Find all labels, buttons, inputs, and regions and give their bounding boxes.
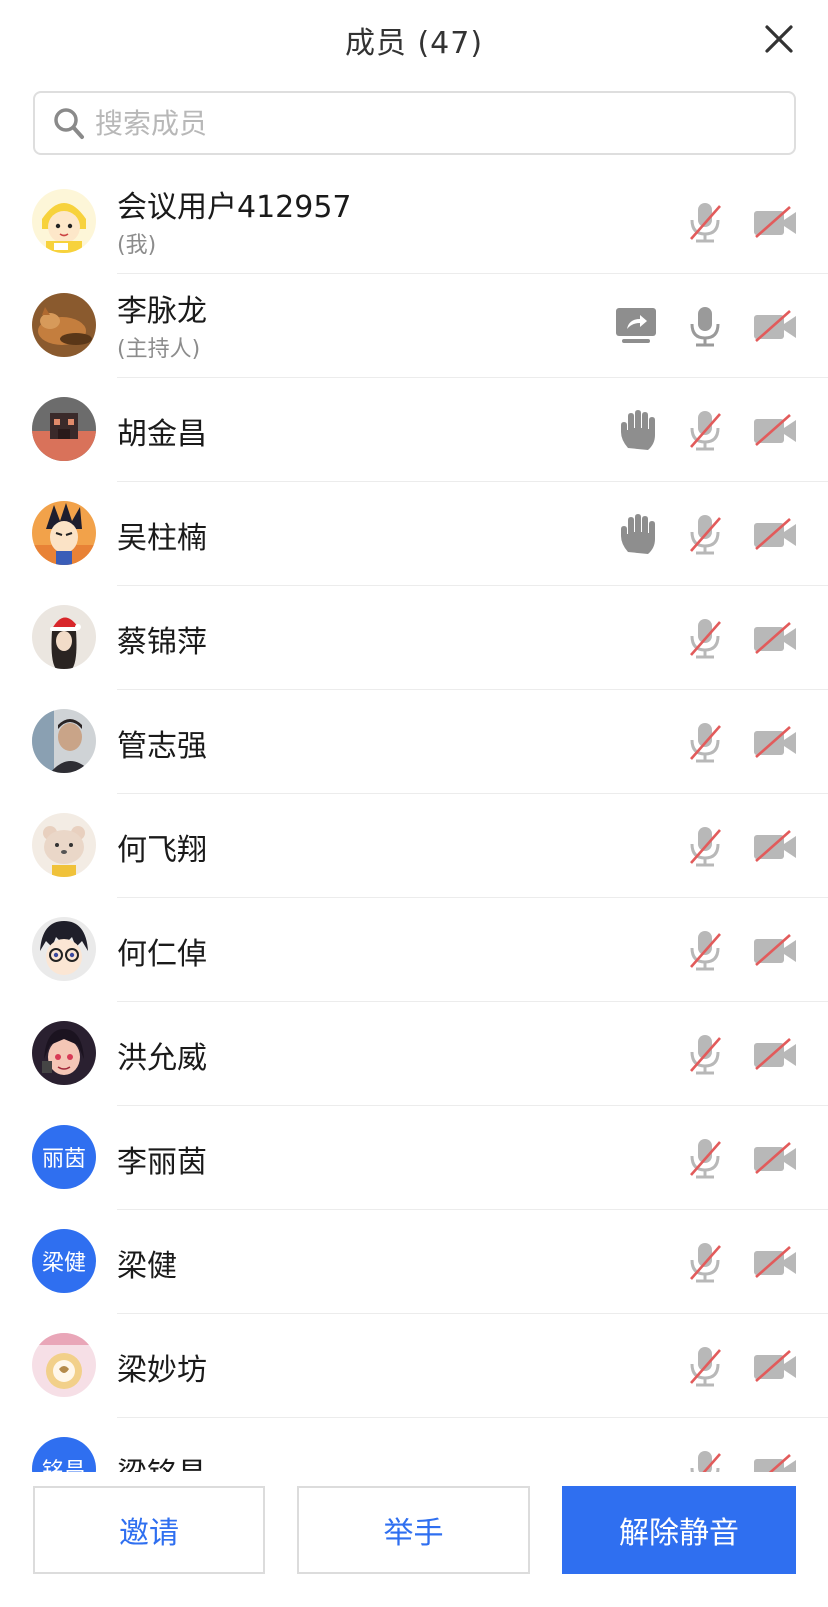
member-name: 何仁倬: [117, 937, 207, 972]
header: 成员 (47): [0, 0, 828, 80]
avatar: [32, 397, 96, 461]
avatar: [32, 501, 96, 565]
member-row[interactable]: 梁妙坊: [0, 1314, 828, 1418]
mic-muted-icon[interactable]: [683, 512, 727, 556]
avatar: [32, 1021, 96, 1085]
camera-off-icon[interactable]: [752, 1136, 798, 1180]
mic-muted-icon[interactable]: [683, 1240, 727, 1284]
avatar: [32, 813, 96, 877]
member-name: 洪允威: [117, 1041, 207, 1076]
member-row[interactable]: 胡金昌: [0, 378, 828, 482]
member-name: 蔡锦萍: [117, 625, 207, 660]
member-row[interactable]: 蔡锦萍: [0, 586, 828, 690]
page-title: 成员 (47): [344, 26, 484, 61]
member-row[interactable]: 梁健 梁健: [0, 1210, 828, 1314]
footer-actions: 邀请 举手 解除静音: [0, 1472, 828, 1607]
avatar: [32, 605, 96, 669]
member-row[interactable]: 铭昌梁铭昌: [0, 1418, 828, 1472]
avatar: 丽茵: [32, 1125, 96, 1189]
member-list[interactable]: 会议用户412957 (我) 李脉龙 (主持人) 胡金昌吴柱楠蔡锦萍管志强何飞翔何仁倬洪…: [0, 170, 828, 1472]
avatar: [32, 189, 96, 253]
mic-muted-icon[interactable]: [683, 1448, 727, 1472]
member-row[interactable]: 李脉龙 (主持人): [0, 274, 828, 378]
mic-on-icon[interactable]: [683, 304, 727, 348]
member-name: 李脉龙: [117, 294, 207, 329]
camera-off-icon[interactable]: [752, 1240, 798, 1284]
camera-off-icon[interactable]: [752, 928, 798, 972]
avatar: 铭昌: [32, 1437, 96, 1472]
member-row[interactable]: 会议用户412957 (我): [0, 170, 828, 274]
mic-muted-icon[interactable]: [683, 928, 727, 972]
member-row[interactable]: 吴柱楠: [0, 482, 828, 586]
search-icon: [54, 108, 84, 139]
member-name: 吴柱楠: [117, 521, 207, 556]
camera-off-icon[interactable]: [752, 1032, 798, 1076]
mic-muted-icon[interactable]: [683, 1344, 727, 1388]
camera-off-icon[interactable]: [752, 408, 798, 452]
mic-muted-icon[interactable]: [683, 824, 727, 868]
member-row[interactable]: 何飞翔: [0, 794, 828, 898]
raise-hand-button[interactable]: 举手: [297, 1486, 530, 1574]
member-name: 李丽茵: [117, 1145, 207, 1180]
member-role: (我): [117, 233, 157, 258]
member-row[interactable]: 丽茵 李丽茵: [0, 1106, 828, 1210]
member-name: 管志强: [117, 729, 207, 764]
avatar: [32, 917, 96, 981]
mic-muted-icon[interactable]: [683, 200, 727, 244]
raised-hand-icon: [621, 410, 655, 450]
member-row[interactable]: 洪允威: [0, 1002, 828, 1106]
member-name: 梁健: [117, 1249, 177, 1284]
mic-muted-icon[interactable]: [683, 408, 727, 452]
camera-off-icon[interactable]: [752, 200, 798, 244]
close-icon[interactable]: [762, 22, 796, 56]
camera-off-icon[interactable]: [752, 1344, 798, 1388]
member-row[interactable]: 何仁倬: [0, 898, 828, 1002]
member-name: 梁铭昌: [117, 1449, 207, 1472]
member-name: 胡金昌: [117, 417, 207, 452]
camera-off-icon[interactable]: [752, 824, 798, 868]
camera-off-icon[interactable]: [752, 720, 798, 764]
avatar: [32, 293, 96, 357]
unmute-button[interactable]: 解除静音: [562, 1486, 796, 1574]
avatar: 梁健: [32, 1229, 96, 1293]
raised-hand-icon: [621, 514, 655, 554]
member-row[interactable]: 管志强: [0, 690, 828, 794]
camera-off-icon[interactable]: [752, 512, 798, 556]
search-input[interactable]: [95, 93, 785, 153]
mic-muted-icon[interactable]: [683, 1136, 727, 1180]
member-name: 会议用户412957: [117, 190, 352, 225]
mic-muted-icon[interactable]: [683, 720, 727, 764]
mic-muted-icon[interactable]: [683, 1032, 727, 1076]
avatar: [32, 709, 96, 773]
search-bar[interactable]: [33, 91, 796, 155]
mic-muted-icon[interactable]: [683, 616, 727, 660]
avatar: [32, 1333, 96, 1397]
camera-off-icon[interactable]: [752, 1448, 798, 1472]
member-name: 梁妙坊: [117, 1353, 207, 1388]
invite-button[interactable]: 邀请: [33, 1486, 265, 1574]
camera-off-icon[interactable]: [752, 616, 798, 660]
member-role: (主持人): [117, 337, 201, 362]
member-name: 何飞翔: [117, 833, 207, 868]
screen-share-icon: [616, 308, 656, 343]
camera-off-icon[interactable]: [752, 304, 798, 348]
